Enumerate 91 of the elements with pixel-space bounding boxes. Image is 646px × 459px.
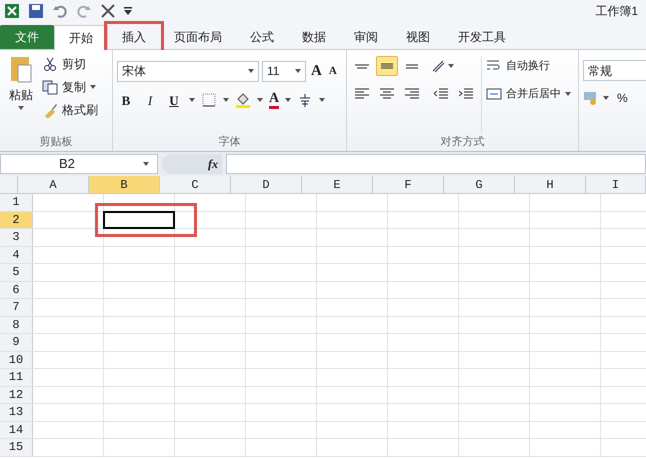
row-header[interactable]: 5 [0,264,33,280]
column-header[interactable]: H [515,176,586,193]
caret-icon [90,85,96,89]
percent-button[interactable]: % [617,89,628,107]
ribbon-tab[interactable]: 视图 [392,25,444,49]
group-label: 剪贴板 [40,134,72,150]
row-header[interactable]: 14 [0,422,33,438]
caret-icon [143,162,149,166]
bold-button[interactable]: B [117,90,135,110]
number-format-field[interactable]: 常规 [583,60,646,81]
row-header[interactable]: 2 [0,212,33,228]
caret-icon [257,98,263,102]
column-header[interactable]: B [89,176,160,193]
insert-function-button[interactable]: fx [208,155,218,173]
cut-button[interactable]: 剪切 [42,54,98,74]
ribbon-tab[interactable]: 审阅 [340,25,392,49]
top-align-icon [355,64,369,68]
borders-icon [201,92,217,108]
row-header[interactable]: 8 [0,316,33,333]
copy-button[interactable]: 复制 [42,77,98,97]
font-name-field[interactable]: 宋体 [117,60,259,82]
caret-icon [189,98,195,102]
copy-icon [42,79,58,95]
ribbon-tab[interactable]: 数据 [288,25,340,49]
row-header[interactable]: 13 [0,404,33,420]
slanted-text-icon [430,58,446,74]
row-header[interactable]: 3 [0,229,33,246]
ribbon-tab[interactable]: 页面布局 [160,25,236,49]
orientation-button[interactable] [430,58,454,74]
redo-icon [76,3,92,19]
fill-bucket-icon [235,92,251,108]
file-tab[interactable]: 文件 [0,25,54,49]
window-title: 工作簿1 [595,3,639,20]
row-header[interactable]: 4 [0,246,33,263]
ribbon-tab[interactable]: 开发工具 [444,25,520,49]
font-size-field[interactable]: 11 [262,60,306,82]
group-label: 对齐方式 [440,134,484,150]
undo-icon [52,3,68,19]
row-header[interactable]: 10 [0,352,33,368]
name-box[interactable]: B2 [0,154,158,174]
column-header[interactable]: F [373,176,444,193]
currency-icon [583,90,599,106]
column-header[interactable]: E [302,176,373,193]
spreadsheet-app-icon [4,3,20,19]
row-header[interactable]: 6 [0,282,33,298]
bottom-align-icon [405,64,419,68]
paste-button[interactable]: 粘贴 [4,54,38,133]
caret-icon [295,69,301,74]
align-center-icon [380,88,394,100]
row-header[interactable]: 7 [0,299,33,316]
caret-icon [285,98,292,102]
outdent-icon [434,88,448,100]
format-painter-button[interactable]: 格式刷 [42,100,98,120]
tools-icon [100,3,116,19]
row-header[interactable]: 9 [0,334,33,350]
caret-icon [223,98,229,102]
caret-icon [565,92,571,96]
customize-toolbar-icon [124,7,132,15]
row-header[interactable]: 12 [0,386,33,403]
font-color-button[interactable]: A [269,92,280,109]
row-header[interactable]: 11 [0,369,33,386]
grow-font-button[interactable]: A [309,60,324,82]
clipboard-icon [9,54,33,84]
formula-input[interactable] [226,154,646,174]
scissors-icon [42,56,58,72]
caret-icon [448,64,454,68]
italic-button[interactable]: I [141,90,159,110]
column-header[interactable]: I [586,176,646,193]
caret-icon [319,98,326,102]
align-left-icon [355,88,369,100]
merge-cells-icon [486,86,502,102]
row-header[interactable]: 15 [0,439,33,456]
shrink-font-button[interactable]: A [326,63,339,80]
ribbon-tab[interactable]: 开始 [54,25,108,50]
column-header[interactable]: D [231,176,302,193]
column-header[interactable]: G [444,176,515,193]
row-header[interactable]: 1 [0,194,33,210]
group-label: 字体 [218,134,240,150]
align-right-icon [405,88,419,100]
caret-icon [18,106,24,110]
underline-button[interactable]: U [165,90,183,110]
ribbon-tab[interactable]: 公式 [236,25,288,49]
merge-center-button[interactable]: 合并后居中 [486,84,571,104]
save-icon [28,3,44,19]
wrap-text-button[interactable]: 自动换行 [486,56,571,76]
active-cell[interactable] [103,210,175,229]
column-header[interactable]: C [160,176,231,193]
caret-icon [603,96,609,100]
middle-align-button[interactable] [376,56,398,76]
indent-icon [459,88,473,100]
caret-icon [248,69,254,74]
